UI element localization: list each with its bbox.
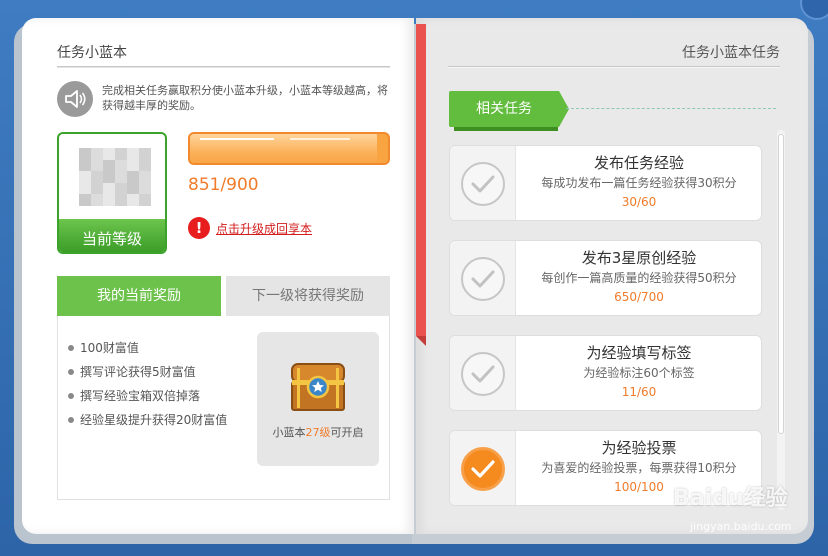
- mosaic-cell: [91, 159, 103, 172]
- speaker-icon: [57, 81, 93, 117]
- task-scrollbar[interactable]: [777, 130, 785, 510]
- level-progress-bar: [188, 132, 390, 165]
- reward-item: 100财富值: [66, 336, 248, 360]
- task-desc: 每成功发布一篇任务经验获得30积分: [541, 176, 737, 190]
- task-title: 为经验投票: [601, 439, 677, 457]
- task-desc: 为喜爱的经验投票，每票获得10积分: [541, 461, 737, 475]
- mosaic-cell: [139, 171, 151, 183]
- progress-gloss: [290, 138, 350, 140]
- intro-text: 完成相关任务赢取积分使小蓝本升级，小蓝本等级越高，将获得越丰厚的奖励。: [102, 84, 388, 112]
- mosaic-cell: [79, 148, 91, 160]
- upgrade-link[interactable]: 点击升级成回享本: [216, 220, 312, 237]
- mosaic-cell: [115, 182, 127, 195]
- mosaic-cell: [139, 194, 151, 206]
- dashed-divider: [566, 108, 776, 109]
- current-level-label: 当前等级: [59, 216, 165, 252]
- baidu-watermark-logo: Baidu经验: [673, 486, 788, 511]
- mosaic-cell: [127, 159, 139, 172]
- task-body: 为经验填写标签 为经验标注60个标签 11/60: [516, 336, 762, 401]
- title-divider: [448, 66, 780, 68]
- reward-item: 经验星级提升获得20财富值: [66, 408, 248, 432]
- task-card: 发布任务经验 每成功发布一篇任务经验获得30积分 30/60: [449, 145, 762, 221]
- right-page-title: 任务小蓝本任务: [682, 45, 780, 61]
- check-circle-icon: [461, 257, 505, 301]
- chest-unlock-text: 小蓝本27级可开启: [272, 426, 364, 439]
- task-body: 发布3星原创经验 每创作一篇高质量的经验获得50积分 650/700: [516, 241, 762, 306]
- task-body: 发布任务经验 每成功发布一篇任务经验获得30积分 30/60: [516, 146, 762, 211]
- mosaic-cell: [79, 171, 91, 183]
- mosaic-cell: [139, 182, 151, 195]
- task-progress: 30/60: [621, 195, 657, 209]
- avatar-mosaic: [79, 148, 151, 206]
- mosaic-cell: [103, 194, 115, 206]
- reward-item: 撰写经验宝箱双倍掉落: [66, 384, 248, 408]
- treasure-chest-panel[interactable]: 小蓝本27级可开启: [257, 332, 379, 466]
- mosaic-cell: [91, 148, 103, 160]
- mosaic-cell: [139, 148, 151, 160]
- task-icon-area: [450, 336, 516, 410]
- reward-list: 100财富值 撰写评论获得5财富值 撰写经验宝箱双倍掉落 经验星级提升获得20财…: [66, 336, 248, 432]
- tab-next-level-rewards[interactable]: 下一级将获得奖励: [226, 276, 390, 316]
- mosaic-cell: [127, 182, 139, 195]
- mosaic-cell: [127, 194, 139, 206]
- mosaic-cell: [103, 159, 115, 172]
- mosaic-cell: [79, 159, 91, 172]
- task-icon-area: [450, 241, 516, 315]
- task-title: 发布任务经验: [593, 154, 684, 172]
- exclamation-icon: !: [188, 217, 210, 239]
- scroll-thumb[interactable]: [778, 134, 784, 434]
- mosaic-cell: [79, 194, 91, 206]
- check-circle-icon: [461, 352, 505, 396]
- mosaic-cell: [103, 171, 115, 183]
- progress-text: 851/900: [188, 175, 259, 195]
- mosaic-cell: [79, 182, 91, 195]
- task-desc: 为经验标注60个标签: [583, 366, 695, 380]
- mosaic-cell: [115, 171, 127, 183]
- watermark-url: jingyan.baidu.com: [690, 520, 792, 533]
- mosaic-cell: [91, 171, 103, 183]
- treasure-chest-icon: [291, 363, 345, 411]
- level-card: 当前等级: [57, 132, 167, 254]
- task-title: 为经验填写标签: [586, 344, 692, 362]
- task-icon-area: [450, 431, 516, 505]
- check-circle-icon: [461, 162, 505, 206]
- task-desc: 每创作一篇高质量的经验获得50积分: [541, 271, 737, 285]
- mosaic-cell: [139, 159, 151, 172]
- upgrade-row: ! 点击升级成回享本: [188, 217, 312, 239]
- left-page-title: 任务小蓝本: [57, 45, 127, 61]
- task-card: 为经验填写标签 为经验标注60个标签 11/60: [449, 335, 762, 411]
- mosaic-cell: [103, 148, 115, 160]
- task-icon-area: [450, 146, 516, 220]
- task-progress: 650/700: [614, 290, 664, 304]
- mosaic-cell: [91, 182, 103, 195]
- mosaic-cell: [127, 148, 139, 160]
- mosaic-cell: [103, 182, 115, 195]
- reward-item: 撰写评论获得5财富值: [66, 360, 248, 384]
- task-card: 发布3星原创经验 每创作一篇高质量的经验获得50积分 650/700: [449, 240, 762, 316]
- check-circle-done-icon: [461, 447, 505, 491]
- title-divider: [57, 66, 390, 68]
- bookmark-ribbon: [416, 24, 426, 346]
- mosaic-cell: [115, 148, 127, 160]
- task-progress: 11/60: [621, 385, 657, 399]
- mosaic-cell: [115, 194, 127, 206]
- mosaic-cell: [127, 171, 139, 183]
- section-tag-shadow: [454, 127, 558, 131]
- mosaic-cell: [115, 159, 127, 172]
- tab-current-rewards[interactable]: 我的当前奖励: [57, 276, 221, 324]
- progress-gloss: [200, 138, 274, 140]
- mosaic-cell: [91, 194, 103, 206]
- section-tag: 相关任务: [449, 91, 569, 127]
- task-title: 发布3星原创经验: [581, 249, 697, 267]
